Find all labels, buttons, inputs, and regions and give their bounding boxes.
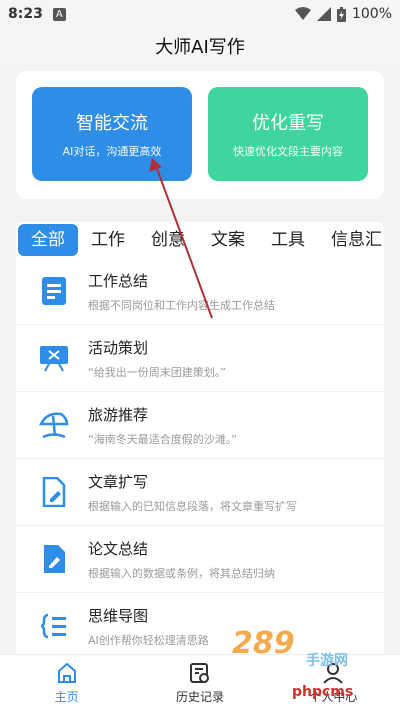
rewrite-subtitle: 快速优化文段主要内容	[233, 145, 343, 158]
list-item-desc: 根据输入的数据或条例，将其总结归纳	[88, 566, 275, 580]
history-icon	[189, 662, 209, 683]
wifi-icon	[294, 7, 311, 20]
nav-history[interactable]: 历史记录	[133, 655, 266, 710]
page-title: 大师AI写作	[155, 37, 245, 58]
list-item-desc: 根据输入的已知信息段落，将文章重写扩写	[88, 499, 297, 513]
list-item-desc: “给我出一份周末团建策划。”	[88, 365, 226, 379]
tab-work[interactable]: 工作	[78, 224, 138, 256]
list-item-title: 工作总结	[88, 271, 149, 290]
tab-all[interactable]: 全部	[18, 224, 78, 256]
status-bar: 8:23 A 100%	[0, 0, 400, 28]
presentation-icon	[36, 340, 72, 376]
list-item-travel[interactable]: 旅游推荐 “海南冬天最适合度假的沙滩。”	[16, 392, 384, 459]
list-item-desc: 根据不同岗位和工作内容生成工作总结	[88, 298, 275, 312]
template-list: 工作总结 根据不同岗位和工作内容生成工作总结 活动策划 “给我出一份周末团建策划…	[16, 258, 384, 654]
smart-chat-title: 智能交流	[76, 113, 148, 134]
list-item-title: 活动策划	[88, 338, 149, 357]
list-item-paper-summary[interactable]: 论文总结 根据输入的数据或条例，将其总结归纳	[16, 526, 384, 593]
home-icon	[57, 662, 76, 683]
nav-home[interactable]: 主页	[0, 655, 133, 710]
watermark-subtitle: 手游网	[306, 653, 348, 669]
rewrite-title: 优化重写	[252, 113, 324, 134]
list-item-desc: AI创作帮你轻松理清思路	[88, 633, 209, 647]
watermark-logo: 289	[232, 626, 295, 661]
app-header: 大师AI写作	[0, 28, 400, 64]
tab-info[interactable]: 信息汇	[318, 224, 384, 256]
list-item-title: 旅游推荐	[88, 405, 149, 424]
smart-chat-subtitle: AI对话，沟通更高效	[62, 145, 162, 158]
edit-document-icon	[36, 474, 72, 510]
list-item-title: 思维导图	[88, 606, 149, 625]
rewrite-card[interactable]: 优化重写 快速优化文段主要内容	[208, 87, 368, 181]
list-item-work-summary[interactable]: 工作总结 根据不同岗位和工作内容生成工作总结	[16, 258, 384, 325]
status-time: 8:23	[8, 6, 43, 22]
list-item-mindmap[interactable]: 思维导图 AI创作帮你轻松理清思路	[16, 593, 384, 654]
smart-chat-card[interactable]: 智能交流 AI对话，沟通更高效	[32, 87, 192, 181]
list-item-article-expand[interactable]: 文章扩写 根据输入的已知信息段落，将文章重写扩写	[16, 459, 384, 526]
watermark-site: phpcms	[292, 684, 354, 700]
mindmap-icon	[36, 608, 72, 644]
list-item-event-planning[interactable]: 活动策划 “给我出一份周末团建策划。”	[16, 325, 384, 392]
pen-document-icon	[36, 541, 72, 577]
battery-percent: 100%	[351, 6, 392, 22]
tab-tools[interactable]: 工具	[258, 224, 318, 256]
nav-home-label: 主页	[54, 689, 79, 704]
battery-icon	[336, 6, 346, 22]
nav-history-label: 历史记录	[175, 689, 224, 704]
feature-panel: 智能交流 AI对话，沟通更高效 优化重写 快速优化文段主要内容	[16, 71, 384, 199]
status-right: 100%	[294, 6, 392, 22]
list-item-desc: “海南冬天最适合度假的沙滩。”	[88, 432, 237, 446]
beach-umbrella-icon	[36, 407, 72, 443]
notification-a-icon: A	[52, 7, 66, 21]
tab-copywriting[interactable]: 文案	[198, 224, 258, 256]
document-icon	[36, 273, 72, 309]
signal-icon	[316, 7, 331, 21]
list-item-title: 论文总结	[88, 539, 149, 558]
tab-creative[interactable]: 创意	[138, 224, 198, 256]
list-item-title: 文章扩写	[88, 472, 149, 491]
category-tabs: 全部 工作 创意 文案 工具 信息汇	[16, 222, 384, 258]
